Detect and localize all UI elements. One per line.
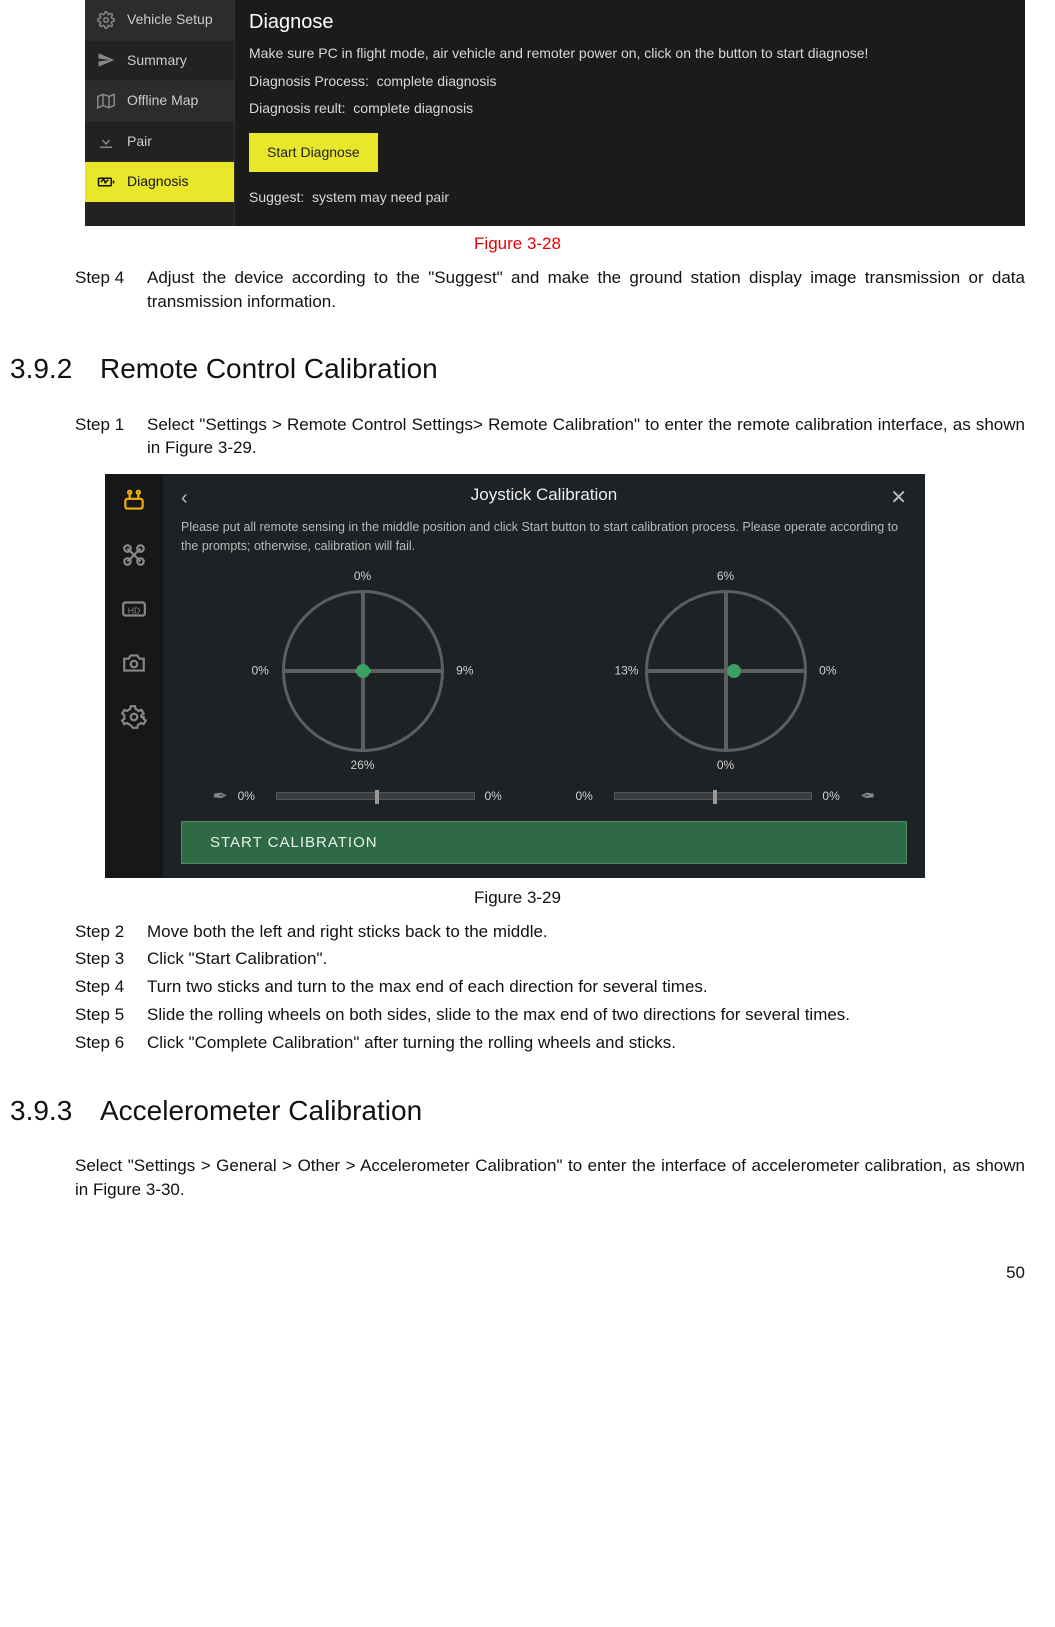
nav-vehicle-setup[interactable]: Vehicle Setup bbox=[85, 0, 234, 41]
figure-3-29-caption: Figure 3-29 bbox=[10, 886, 1025, 910]
step-label: Step 3 bbox=[75, 947, 147, 971]
step-label: Step 1 bbox=[75, 413, 147, 461]
joystick-hint: Please put all remote sensing in the mid… bbox=[181, 518, 907, 556]
section-3-9-3-heading: 3.9.3Accelerometer Calibration bbox=[10, 1091, 1025, 1130]
slider-left-value: 0% bbox=[238, 788, 266, 805]
start-calibration-button[interactable]: START CALIBRATION bbox=[181, 821, 907, 864]
process-value: complete diagnosis bbox=[377, 73, 497, 89]
step-text: Click "Complete Calibration" after turni… bbox=[147, 1031, 1025, 1055]
slider-left-value: 0% bbox=[576, 788, 604, 805]
joystick-main: ‹ Joystick Calibration ✕ Please put all … bbox=[163, 474, 925, 878]
dial-value-right: 0% bbox=[819, 662, 836, 679]
section-3-9-2-heading: 3.9.2Remote Control Calibration bbox=[10, 349, 1025, 388]
joystick-titlebar: ‹ Joystick Calibration ✕ bbox=[181, 474, 907, 516]
slider-right-value: 0% bbox=[485, 788, 513, 805]
sec392-step5-row: Step 5 Slide the rolling wheels on both … bbox=[75, 1003, 1025, 1027]
nav-label: Diagnosis bbox=[127, 172, 188, 192]
dials-row: 0% 26% 0% 9% 6% 0% 13% 0% bbox=[181, 566, 907, 776]
close-icon[interactable]: ✕ bbox=[890, 484, 907, 512]
dial-value-bottom: 26% bbox=[350, 757, 374, 774]
controller-icon[interactable] bbox=[119, 488, 149, 514]
nav-label: Vehicle Setup bbox=[127, 10, 213, 30]
diagnose-content: Diagnose Make sure PC in flight mode, ai… bbox=[235, 0, 1025, 226]
step-label: Step 2 bbox=[75, 920, 147, 944]
section-title: Remote Control Calibration bbox=[100, 353, 438, 384]
step-text: Turn two sticks and turn to the max end … bbox=[147, 975, 1025, 999]
step-4-row: Step 4 Adjust the device according to th… bbox=[75, 266, 1025, 314]
send-icon bbox=[95, 51, 117, 69]
slider-right-value: 0% bbox=[822, 788, 850, 805]
diagnose-sidebar: Vehicle Setup Summary Offline Map Pair D… bbox=[85, 0, 235, 226]
step-label: Step 5 bbox=[75, 1003, 147, 1027]
diagnosis-process-row: Diagnosis Process: complete diagnosis bbox=[249, 72, 1011, 92]
step-text: Click "Start Calibration". bbox=[147, 947, 1025, 971]
result-value: complete diagnosis bbox=[353, 100, 473, 116]
dial-value-right: 9% bbox=[456, 662, 473, 679]
step-text: Adjust the device according to the "Sugg… bbox=[147, 266, 1025, 314]
nav-label: Summary bbox=[127, 51, 187, 71]
suggest-label: Suggest: bbox=[249, 189, 304, 205]
start-diagnose-button[interactable]: Start Diagnose bbox=[249, 133, 378, 173]
sec393-paragraph: Select "Settings > General > Other > Acc… bbox=[75, 1154, 1025, 1202]
dial-value-left: 13% bbox=[615, 662, 639, 679]
hd-icon[interactable]: HD bbox=[119, 596, 149, 622]
nav-offline-map[interactable]: Offline Map bbox=[85, 81, 234, 122]
download-icon bbox=[95, 133, 117, 151]
right-joystick-dial[interactable]: 6% 0% 13% 0% bbox=[621, 566, 831, 776]
dial-value-left: 0% bbox=[252, 662, 269, 679]
feather-icon: ✒ bbox=[860, 784, 875, 809]
step-text: Select "Settings > Remote Control Settin… bbox=[147, 413, 1025, 461]
step-text: Move both the left and right sticks back… bbox=[147, 920, 1025, 944]
sliders-row: ✒ 0% 0% 0% 0% ✒ bbox=[181, 784, 907, 809]
camera-icon[interactable] bbox=[119, 650, 149, 676]
section-number: 3.9.2 bbox=[10, 349, 100, 388]
process-label: Diagnosis Process: bbox=[249, 73, 369, 89]
nav-label: Offline Map bbox=[127, 91, 198, 111]
sec392-step4-row: Step 4 Turn two sticks and turn to the m… bbox=[75, 975, 1025, 999]
diagnose-instruction: Make sure PC in flight mode, air vehicle… bbox=[249, 44, 1011, 64]
battery-icon bbox=[95, 173, 117, 191]
left-joystick-dial[interactable]: 0% 26% 0% 9% bbox=[258, 566, 468, 776]
nav-label: Pair bbox=[127, 132, 152, 152]
dial-value-top: 6% bbox=[717, 568, 734, 585]
suggest-value: system may need pair bbox=[312, 189, 449, 205]
step-label: Step 4 bbox=[75, 975, 147, 999]
step-label: Step 6 bbox=[75, 1031, 147, 1055]
left-wheel-slider[interactable]: ✒ 0% 0% bbox=[213, 784, 513, 809]
gear-icon bbox=[95, 11, 117, 29]
drone-icon[interactable] bbox=[119, 542, 149, 568]
page-number: 50 bbox=[10, 1261, 1025, 1285]
nav-pair[interactable]: Pair bbox=[85, 122, 234, 163]
suggest-row: Suggest: system may need pair bbox=[249, 188, 1011, 208]
svg-text:HD: HD bbox=[128, 605, 141, 615]
sec392-step6-row: Step 6 Click "Complete Calibration" afte… bbox=[75, 1031, 1025, 1055]
right-wheel-slider[interactable]: 0% 0% ✒ bbox=[576, 784, 876, 809]
section-title: Accelerometer Calibration bbox=[100, 1095, 422, 1126]
nav-diagnosis[interactable]: Diagnosis bbox=[85, 162, 234, 203]
dial-value-bottom: 0% bbox=[717, 757, 734, 774]
figure-3-29-joystick-calibration: HD ‹ Joystick Calibration ✕ Please put a… bbox=[105, 474, 925, 878]
nav-summary[interactable]: Summary bbox=[85, 41, 234, 82]
map-icon bbox=[95, 92, 117, 110]
back-icon[interactable]: ‹ bbox=[181, 484, 188, 512]
result-label: Diagnosis reult: bbox=[249, 100, 346, 116]
figure-3-28-diagnose-panel: Vehicle Setup Summary Offline Map Pair D… bbox=[85, 0, 1025, 226]
feather-icon: ✒ bbox=[213, 784, 228, 809]
settings-icon[interactable] bbox=[119, 704, 149, 730]
dial-value-top: 0% bbox=[354, 568, 371, 585]
figure-3-28-caption: Figure 3-28 bbox=[10, 232, 1025, 256]
diagnosis-result-row: Diagnosis reult: complete diagnosis bbox=[249, 99, 1011, 119]
joystick-sidebar: HD bbox=[105, 474, 163, 878]
joystick-title: Joystick Calibration bbox=[471, 483, 617, 507]
sec392-step1-row: Step 1 Select "Settings > Remote Control… bbox=[75, 413, 1025, 461]
section-number: 3.9.3 bbox=[10, 1091, 100, 1130]
sec392-step2-row: Step 2 Move both the left and right stic… bbox=[75, 920, 1025, 944]
sec392-step3-row: Step 3 Click "Start Calibration". bbox=[75, 947, 1025, 971]
step-text: Slide the rolling wheels on both sides, … bbox=[147, 1003, 1025, 1027]
diagnose-title: Diagnose bbox=[249, 8, 1011, 36]
step-label: Step 4 bbox=[75, 266, 147, 314]
